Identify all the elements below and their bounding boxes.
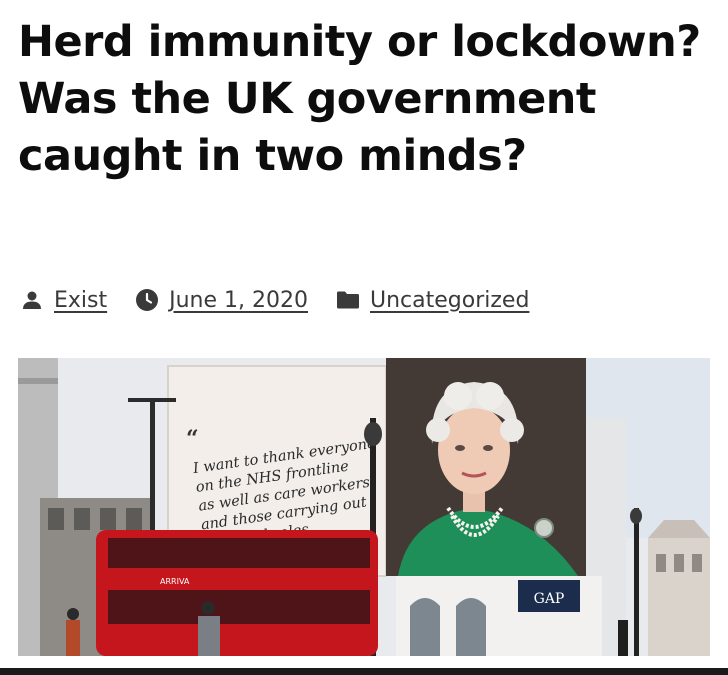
date-link[interactable]: June 1, 2020 <box>169 288 308 313</box>
bottom-divider <box>0 668 728 675</box>
gap-sign-text: GAP <box>534 591 565 607</box>
quote-open-mark: “ <box>186 426 199 452</box>
meta-date: June 1, 2020 <box>135 288 308 313</box>
category-link[interactable]: Uncategorized <box>370 288 529 313</box>
post-meta: Exist June 1, 2020 Uncategorized <box>20 283 557 317</box>
meta-author: Exist <box>20 288 107 313</box>
author-link[interactable]: Exist <box>54 288 107 313</box>
folder-icon <box>336 288 360 312</box>
article-page: Herd immunity or lockdown? Was the UK go… <box>0 0 728 675</box>
clock-icon <box>135 288 159 312</box>
meta-category: Uncategorized <box>336 288 529 313</box>
featured-image: “ I want to thank everyone on the NHS fr… <box>18 358 710 656</box>
bus-sign: ARRIVA <box>160 577 190 586</box>
piccadilly-photo: “ I want to thank everyone on the NHS fr… <box>18 358 710 656</box>
article-title: Herd immunity or lockdown? Was the UK go… <box>18 17 701 181</box>
person-icon <box>20 288 44 312</box>
